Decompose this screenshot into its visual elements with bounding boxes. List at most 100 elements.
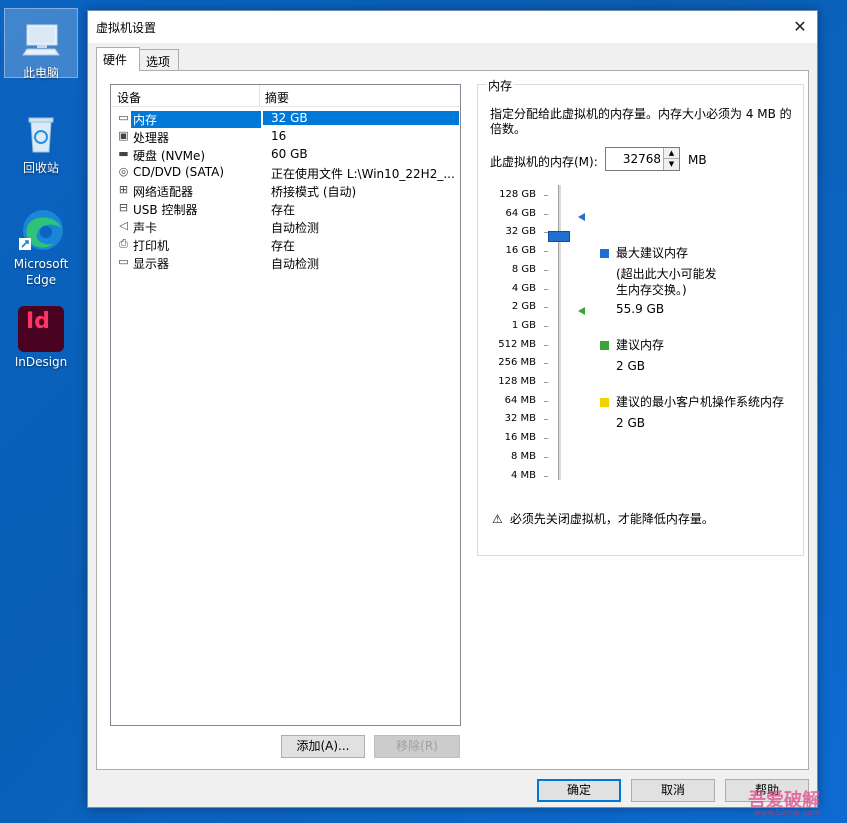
memory-scale-tick-label: 1 GB bbox=[511, 319, 536, 331]
memory-scale-tick-label: 32 GB bbox=[505, 226, 536, 238]
device-name: 声卡 bbox=[133, 221, 158, 235]
desktop-icon-label: Microsoft Edge bbox=[13, 257, 69, 287]
memory-scale-tick-label: 4 MB bbox=[510, 469, 536, 481]
memory-field-label: 此虚拟机的内存(M): bbox=[490, 155, 598, 169]
device-list-header: 设备 摘要 bbox=[111, 85, 460, 107]
printer-icon: ⎙ bbox=[119, 237, 128, 250]
device-name: 显示器 bbox=[133, 257, 170, 271]
desktop-icon-edge[interactable]: Microsoft Edge bbox=[4, 200, 78, 292]
memory-slider-thumb[interactable] bbox=[548, 231, 570, 242]
device-name: CD/DVD (SATA) bbox=[133, 165, 225, 179]
tab-options[interactable]: 选项 bbox=[139, 49, 179, 71]
edge-icon bbox=[17, 206, 65, 254]
memory-scale-tick-mark bbox=[544, 288, 548, 290]
column-divider[interactable] bbox=[259, 85, 260, 107]
memory-scale-tick-label: 16 GB bbox=[505, 245, 536, 257]
memory-scale-tick-mark bbox=[544, 438, 548, 440]
memory-scale-tick-label: 64 GB bbox=[505, 207, 536, 219]
device-name: 处理器 bbox=[133, 131, 170, 145]
device-row-network[interactable]: ⊞ 网络适配器 桥接模式 (自动) bbox=[113, 181, 459, 199]
device-row-display[interactable]: ▭ 显示器 自动检测 bbox=[113, 253, 459, 271]
device-summary: 桥接模式 (自动) bbox=[271, 185, 357, 199]
sound-icon: ◁ bbox=[119, 219, 128, 232]
memory-scale-tick-label: 128 MB bbox=[498, 376, 536, 387]
desktop-icon-label: 此电脑 bbox=[22, 66, 59, 80]
watermark-url: www.52cnp.com bbox=[754, 808, 820, 817]
device-summary: 自动检测 bbox=[271, 257, 320, 271]
watermark: 吾爱破解 www.52cnp.com bbox=[718, 786, 846, 822]
memory-scale-tick-label: 128 GB bbox=[499, 189, 536, 200]
memory-scale-tick-label: 32 MB bbox=[504, 413, 536, 425]
max-recommended-note: (超出此大小可能发生内存交换。) bbox=[616, 267, 717, 297]
memory-spinbox[interactable]: 32768 ▲ ▼ bbox=[605, 147, 680, 171]
hardware-tab-panel: 设备 摘要 ▭ 内存 32 GB ▣ 处理器 16 ▬ 硬盘 (NVMe) 60… bbox=[96, 70, 809, 770]
memory-scale-tick-label: 256 MB bbox=[498, 357, 536, 369]
column-header-summary[interactable]: 摘要 bbox=[265, 89, 289, 106]
memory-scale-tick-mark bbox=[544, 325, 548, 327]
desktop-icon-this-pc[interactable]: 此电脑 bbox=[4, 8, 78, 80]
memory-icon: ▭ bbox=[118, 111, 129, 124]
add-device-button[interactable]: 添加(A)... bbox=[281, 735, 365, 758]
computer-icon bbox=[17, 15, 65, 63]
recommended-label: 建议内存 bbox=[616, 338, 665, 352]
device-row-cd-dvd[interactable]: ◎ CD/DVD (SATA) 正在使用文件 L:\Win10_22H2_... bbox=[113, 163, 459, 181]
memory-scale-tick-mark bbox=[544, 213, 548, 215]
recommended-value: 2 GB bbox=[616, 359, 645, 373]
desktop-icon-label: 回收站 bbox=[22, 161, 59, 175]
device-name: 内存 bbox=[131, 111, 261, 128]
device-row-printer[interactable]: ⎙ 打印机 存在 bbox=[113, 235, 459, 253]
memory-description: 指定分配给此虚拟机的内存量。内存大小必须为 4 MB 的倍数。 bbox=[490, 107, 792, 136]
memory-value[interactable]: 32768 bbox=[623, 152, 661, 166]
spin-down-icon[interactable]: ▼ bbox=[663, 159, 679, 170]
device-list[interactable]: 设备 摘要 ▭ 内存 32 GB ▣ 处理器 16 ▬ 硬盘 (NVMe) 60… bbox=[110, 84, 461, 726]
device-row-harddisk[interactable]: ▬ 硬盘 (NVMe) 60 GB bbox=[113, 145, 459, 163]
memory-scale-tick-mark bbox=[544, 344, 548, 346]
desktop-icon-recycle-bin[interactable]: 回收站 bbox=[4, 104, 78, 175]
display-icon: ▭ bbox=[118, 255, 129, 268]
cancel-button[interactable]: 取消 bbox=[631, 779, 715, 802]
harddisk-icon: ▬ bbox=[118, 147, 129, 160]
column-header-device[interactable]: 设备 bbox=[117, 89, 141, 106]
memory-unit: MB bbox=[688, 153, 707, 167]
tab-hardware[interactable]: 硬件 bbox=[96, 47, 140, 71]
memory-scale-tick-label: 4 GB bbox=[511, 282, 536, 294]
device-summary: 存在 bbox=[271, 239, 296, 253]
ok-button[interactable]: 确定 bbox=[537, 779, 621, 802]
max-recommended-value: 55.9 GB bbox=[616, 302, 665, 316]
recommended-swatch-icon bbox=[600, 341, 609, 350]
memory-scale-tick-mark bbox=[544, 419, 548, 421]
memory-scale-tick-label: 8 MB bbox=[510, 450, 536, 462]
spin-up-icon[interactable]: ▲ bbox=[663, 148, 679, 159]
memory-scale-tick-mark bbox=[544, 382, 548, 383]
device-name: 硬盘 (NVMe) bbox=[133, 149, 206, 163]
warning-icon: ⚠ bbox=[492, 512, 503, 526]
device-summary: 32 GB bbox=[263, 111, 459, 125]
memory-scale-tick-label: 512 MB bbox=[498, 338, 536, 350]
close-icon[interactable]: ✕ bbox=[783, 11, 817, 43]
memory-scale-tick-label: 16 MB bbox=[504, 432, 536, 444]
max-recommended-marker-icon bbox=[578, 213, 585, 221]
min-guest-value: 2 GB bbox=[616, 416, 645, 430]
memory-scale-tick-mark bbox=[544, 456, 548, 458]
memory-scale-tick-mark bbox=[544, 400, 548, 402]
device-summary: 60 GB bbox=[271, 147, 308, 161]
device-name: 网络适配器 bbox=[133, 185, 194, 199]
desktop-icon-indesign[interactable]: Id InDesign bbox=[4, 300, 78, 374]
memory-scale-tick-label: 2 GB bbox=[511, 301, 536, 313]
device-summary: 正在使用文件 L:\Win10_22H2_... bbox=[271, 167, 455, 181]
memory-scale-tick-mark bbox=[544, 363, 548, 365]
title-bar[interactable]: 虚拟机设置 ✕ bbox=[88, 11, 817, 43]
device-row-usb[interactable]: ⊟ USB 控制器 存在 bbox=[113, 199, 459, 217]
min-guest-label: 建议的最小客户机操作系统内存 bbox=[616, 395, 785, 409]
device-row-sound[interactable]: ◁ 声卡 自动检测 bbox=[113, 217, 459, 235]
device-summary: 16 bbox=[271, 129, 287, 143]
device-row-memory[interactable]: ▭ 内存 32 GB bbox=[113, 109, 459, 128]
remove-device-button[interactable]: 移除(R) bbox=[374, 735, 460, 758]
device-summary: 存在 bbox=[271, 203, 296, 217]
memory-scale-tick-label: 64 MB bbox=[504, 394, 536, 406]
recommended-marker-icon bbox=[578, 307, 585, 315]
device-row-processor[interactable]: ▣ 处理器 16 bbox=[113, 127, 459, 145]
memory-slider-track[interactable] bbox=[558, 185, 561, 480]
device-name: 打印机 bbox=[133, 239, 170, 253]
memory-warning: ⚠ 必须先关闭虚拟机，才能降低内存量。 bbox=[492, 510, 714, 527]
